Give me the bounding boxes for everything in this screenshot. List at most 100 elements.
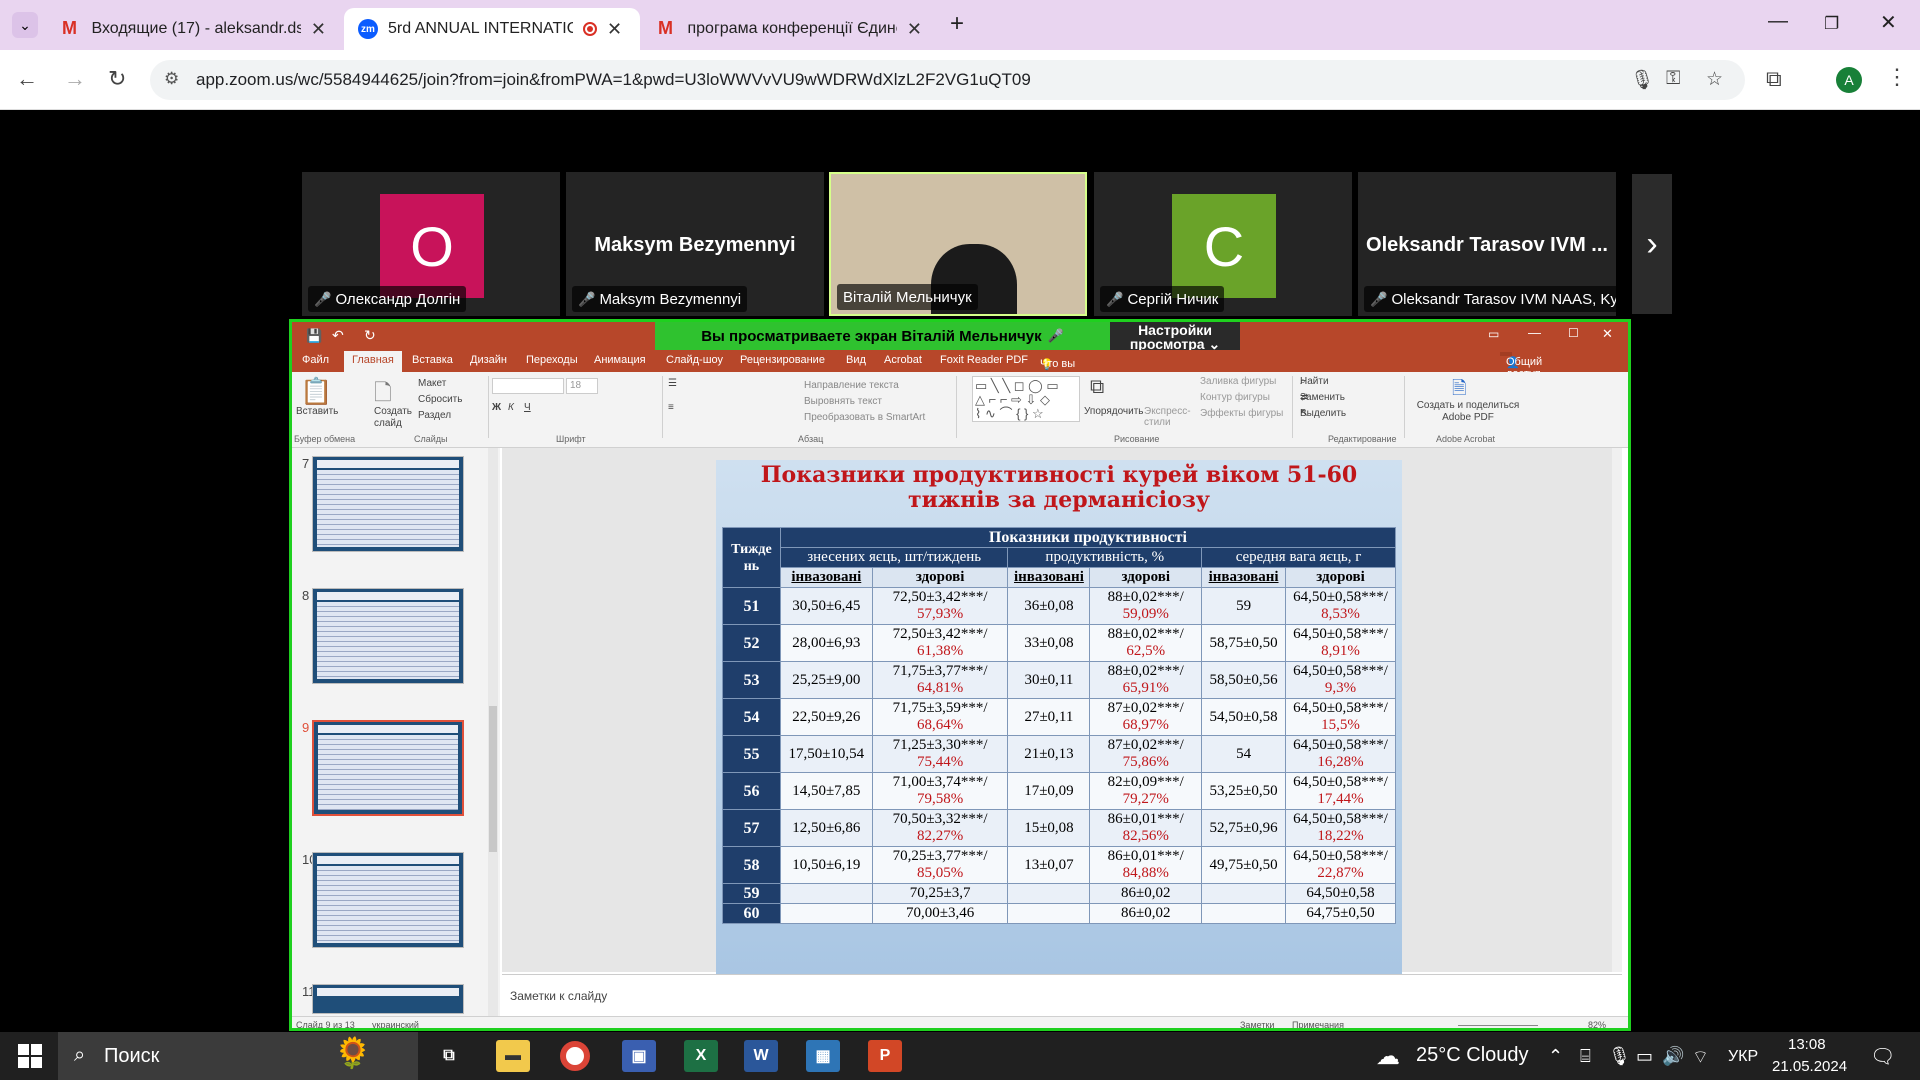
font-name-box[interactable] <box>492 378 564 394</box>
close-tab-icon[interactable]: ✕ <box>311 19 326 40</box>
comments-toggle[interactable]: Примечания <box>1292 1020 1344 1028</box>
tab-acrobat[interactable]: Acrobat <box>884 354 922 366</box>
shapes-gallery[interactable]: ▭ ╲ ╲ ◻ ◯ ▭ △ ⌐ ⌐ ⇨ ⇩ ◇ ⌇ ∿ ⌒ { } ☆ <box>972 376 1080 422</box>
back-icon[interactable]: ← <box>16 66 38 92</box>
layout-button[interactable]: Макет <box>418 378 446 389</box>
word-icon[interactable]: W <box>744 1040 778 1072</box>
weather-text[interactable]: 25°C Cloudy <box>1416 1044 1529 1067</box>
tab-gmail-program[interactable]: програма конференції Єдине ✕ <box>644 8 936 50</box>
text-direction-button[interactable]: Направление текста <box>804 380 899 391</box>
participant-tile[interactable]: О 🎤 Олександр Долгін <box>302 172 560 316</box>
tab-file[interactable]: Файл <box>302 354 329 366</box>
taskbar-search-box[interactable]: ⌕ Поиск 🌻 <box>58 1032 418 1080</box>
profile-avatar[interactable]: A <box>1836 67 1862 93</box>
slide-thumbnail[interactable] <box>312 456 464 552</box>
new-tab-icon[interactable]: + <box>950 10 964 38</box>
shape-fill-button[interactable]: Заливка фигуры <box>1200 376 1276 387</box>
new-slide-button[interactable]: Создать слайд <box>374 406 418 430</box>
menu-kebab-icon[interactable]: ⋮ <box>1886 64 1908 90</box>
participant-tile[interactable]: Maksym Bezymennyi 🎤 Maksym Bezymennyi <box>566 172 824 316</box>
bookmark-star-icon[interactable]: ☆ <box>1706 68 1723 91</box>
slide-scrollbar[interactable] <box>1612 448 1622 972</box>
minimize-icon[interactable]: — <box>1768 10 1788 33</box>
tab-review[interactable]: Рецензирование <box>740 354 825 366</box>
close-window-icon[interactable]: ✕ <box>1880 10 1897 35</box>
tab-animations[interactable]: Анимация <box>594 354 646 366</box>
language-status[interactable]: украинский <box>372 1020 419 1028</box>
password-key-icon[interactable]: ⚿ <box>1666 68 1680 90</box>
ppt-maximize-icon[interactable]: ☐ <box>1568 326 1579 340</box>
task-view-icon[interactable]: ⧉ <box>432 1040 466 1072</box>
app-icon[interactable]: ▣ <box>622 1040 656 1072</box>
align-text-button[interactable]: Выровнять текст <box>804 396 882 407</box>
view-settings-button[interactable]: Настройки просмотра ⌄ <box>1110 322 1240 352</box>
powerpoint-icon[interactable]: P <box>868 1040 902 1072</box>
tab-slideshow[interactable]: Слайд-шоу <box>666 354 723 366</box>
excel-icon[interactable]: X <box>684 1040 718 1072</box>
shape-effects-button[interactable]: Эффекты фигуры <box>1200 408 1283 419</box>
participant-tile[interactable]: Oleksandr Tarasov IVM ... 🎤 Oleksandr Tar… <box>1358 172 1616 316</box>
section-button[interactable]: Раздел <box>418 410 451 421</box>
convert-smartart-button[interactable]: Преобразовать в SmartArt <box>804 412 925 423</box>
ribbon-options-icon[interactable]: ▭ <box>1488 327 1499 341</box>
thumbnail-scrollbar[interactable] <box>488 448 498 1016</box>
ppt-minimize-icon[interactable]: — <box>1528 325 1541 340</box>
arrange-button[interactable]: Упорядочить <box>1084 406 1144 417</box>
ppt-close-icon[interactable]: ✕ <box>1602 326 1613 342</box>
volume-icon[interactable]: 🔊 <box>1662 1046 1684 1067</box>
close-tab-icon[interactable]: ✕ <box>607 19 622 40</box>
tab-transitions[interactable]: Переходы <box>526 354 578 366</box>
paste-button[interactable]: Вставить <box>296 406 338 417</box>
tab-insert[interactable]: Вставка <box>412 354 453 366</box>
zoom-slider[interactable] <box>1458 1025 1538 1026</box>
font-size-box[interactable]: 18 <box>566 378 598 394</box>
camera-icon[interactable]: ⌸ <box>1580 1046 1591 1067</box>
site-info-icon[interactable]: ⚙ <box>164 69 179 89</box>
italic-icon[interactable]: К <box>508 402 514 413</box>
microphone-icon[interactable]: 🎙 <box>1608 1046 1631 1067</box>
share-button[interactable]: 👤Общий доступ <box>1500 352 1542 380</box>
align-icon[interactable]: ≡ <box>668 402 674 413</box>
paste-icon[interactable]: 📋 <box>300 376 332 407</box>
windows-start-icon[interactable] <box>18 1044 42 1068</box>
redo-icon[interactable]: ↻ <box>364 327 376 344</box>
tab-view[interactable]: Вид <box>846 354 866 366</box>
save-icon[interactable]: 💾 <box>306 328 322 344</box>
reset-button[interactable]: Сбросить <box>418 394 462 405</box>
battery-icon[interactable]: ▭ <box>1636 1046 1653 1067</box>
tab-gmail-inbox[interactable]: Входящие (17) - aleksandr.ds8€ ✕ <box>48 8 340 50</box>
tab-search-button[interactable]: ⌄ <box>12 12 38 38</box>
participant-tile[interactable]: С 🎤 Сергій Ничик <box>1094 172 1352 316</box>
undo-icon[interactable]: ↶ <box>332 327 344 344</box>
tab-design[interactable]: Дизайн <box>470 354 507 366</box>
notes-toggle[interactable]: Заметки <box>1240 1020 1274 1028</box>
next-page-arrow-icon[interactable]: › <box>1632 174 1672 314</box>
underline-icon[interactable]: Ч <box>524 402 531 413</box>
clock-time[interactable]: 13:08 <box>1788 1036 1826 1053</box>
slide-thumbnail[interactable] <box>312 984 464 1014</box>
reload-icon[interactable]: ↻ <box>108 66 126 92</box>
slide-thumbnail[interactable] <box>312 852 464 948</box>
address-bar[interactable]: ⚙ app.zoom.us/wc/5584944625/join?from=jo… <box>150 60 1745 100</box>
tab-zoom-meeting[interactable]: zm 5rd ANNUAL INTERNATION ✕ <box>344 8 640 50</box>
slide-thumbnail[interactable] <box>312 588 464 684</box>
clock-date[interactable]: 21.05.2024 <box>1772 1058 1847 1075</box>
zoom-level[interactable]: 82% <box>1588 1020 1606 1028</box>
shape-outline-button[interactable]: Контур фигуры <box>1200 392 1270 403</box>
scroll-thumb[interactable] <box>489 706 497 852</box>
microphone-icon[interactable]: 🎙 <box>1630 68 1654 92</box>
slide-notes-area[interactable]: Заметки к слайду <box>502 974 1622 1016</box>
wifi-icon[interactable]: ⌔ <box>1692 1046 1709 1069</box>
tab-foxit[interactable]: Foxit Reader PDF <box>940 354 1028 366</box>
notification-icon[interactable]: 🗨 <box>1870 1044 1895 1069</box>
quick-styles-button[interactable]: Экспресс-стили <box>1144 406 1191 428</box>
slide-thumbnail-selected[interactable] <box>312 720 464 816</box>
restore-icon[interactable]: ❐ <box>1824 14 1839 34</box>
file-explorer-icon[interactable]: ▬ <box>496 1040 530 1072</box>
arrange-icon[interactable]: ⧉ <box>1090 376 1104 399</box>
chrome-icon[interactable] <box>560 1041 590 1071</box>
close-tab-icon[interactable]: ✕ <box>907 19 922 40</box>
current-slide[interactable]: Показники продуктивності курей віком 51-… <box>716 460 1402 974</box>
bullets-icon[interactable]: ☰ <box>668 378 677 389</box>
chevron-up-icon[interactable]: ⌃ <box>1548 1046 1563 1067</box>
